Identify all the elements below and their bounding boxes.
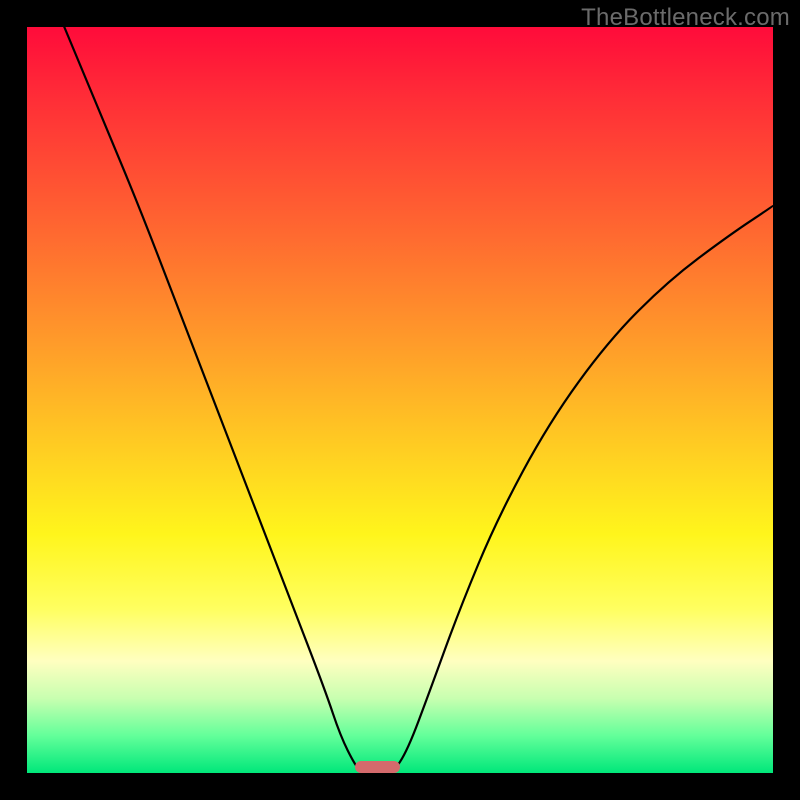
curve-left-branch xyxy=(64,27,362,773)
curve-right-branch xyxy=(393,206,773,773)
plot-area xyxy=(27,27,773,773)
curves-svg xyxy=(27,27,773,773)
chart-frame: TheBottleneck.com xyxy=(0,0,800,800)
bottleneck-marker xyxy=(355,761,400,773)
